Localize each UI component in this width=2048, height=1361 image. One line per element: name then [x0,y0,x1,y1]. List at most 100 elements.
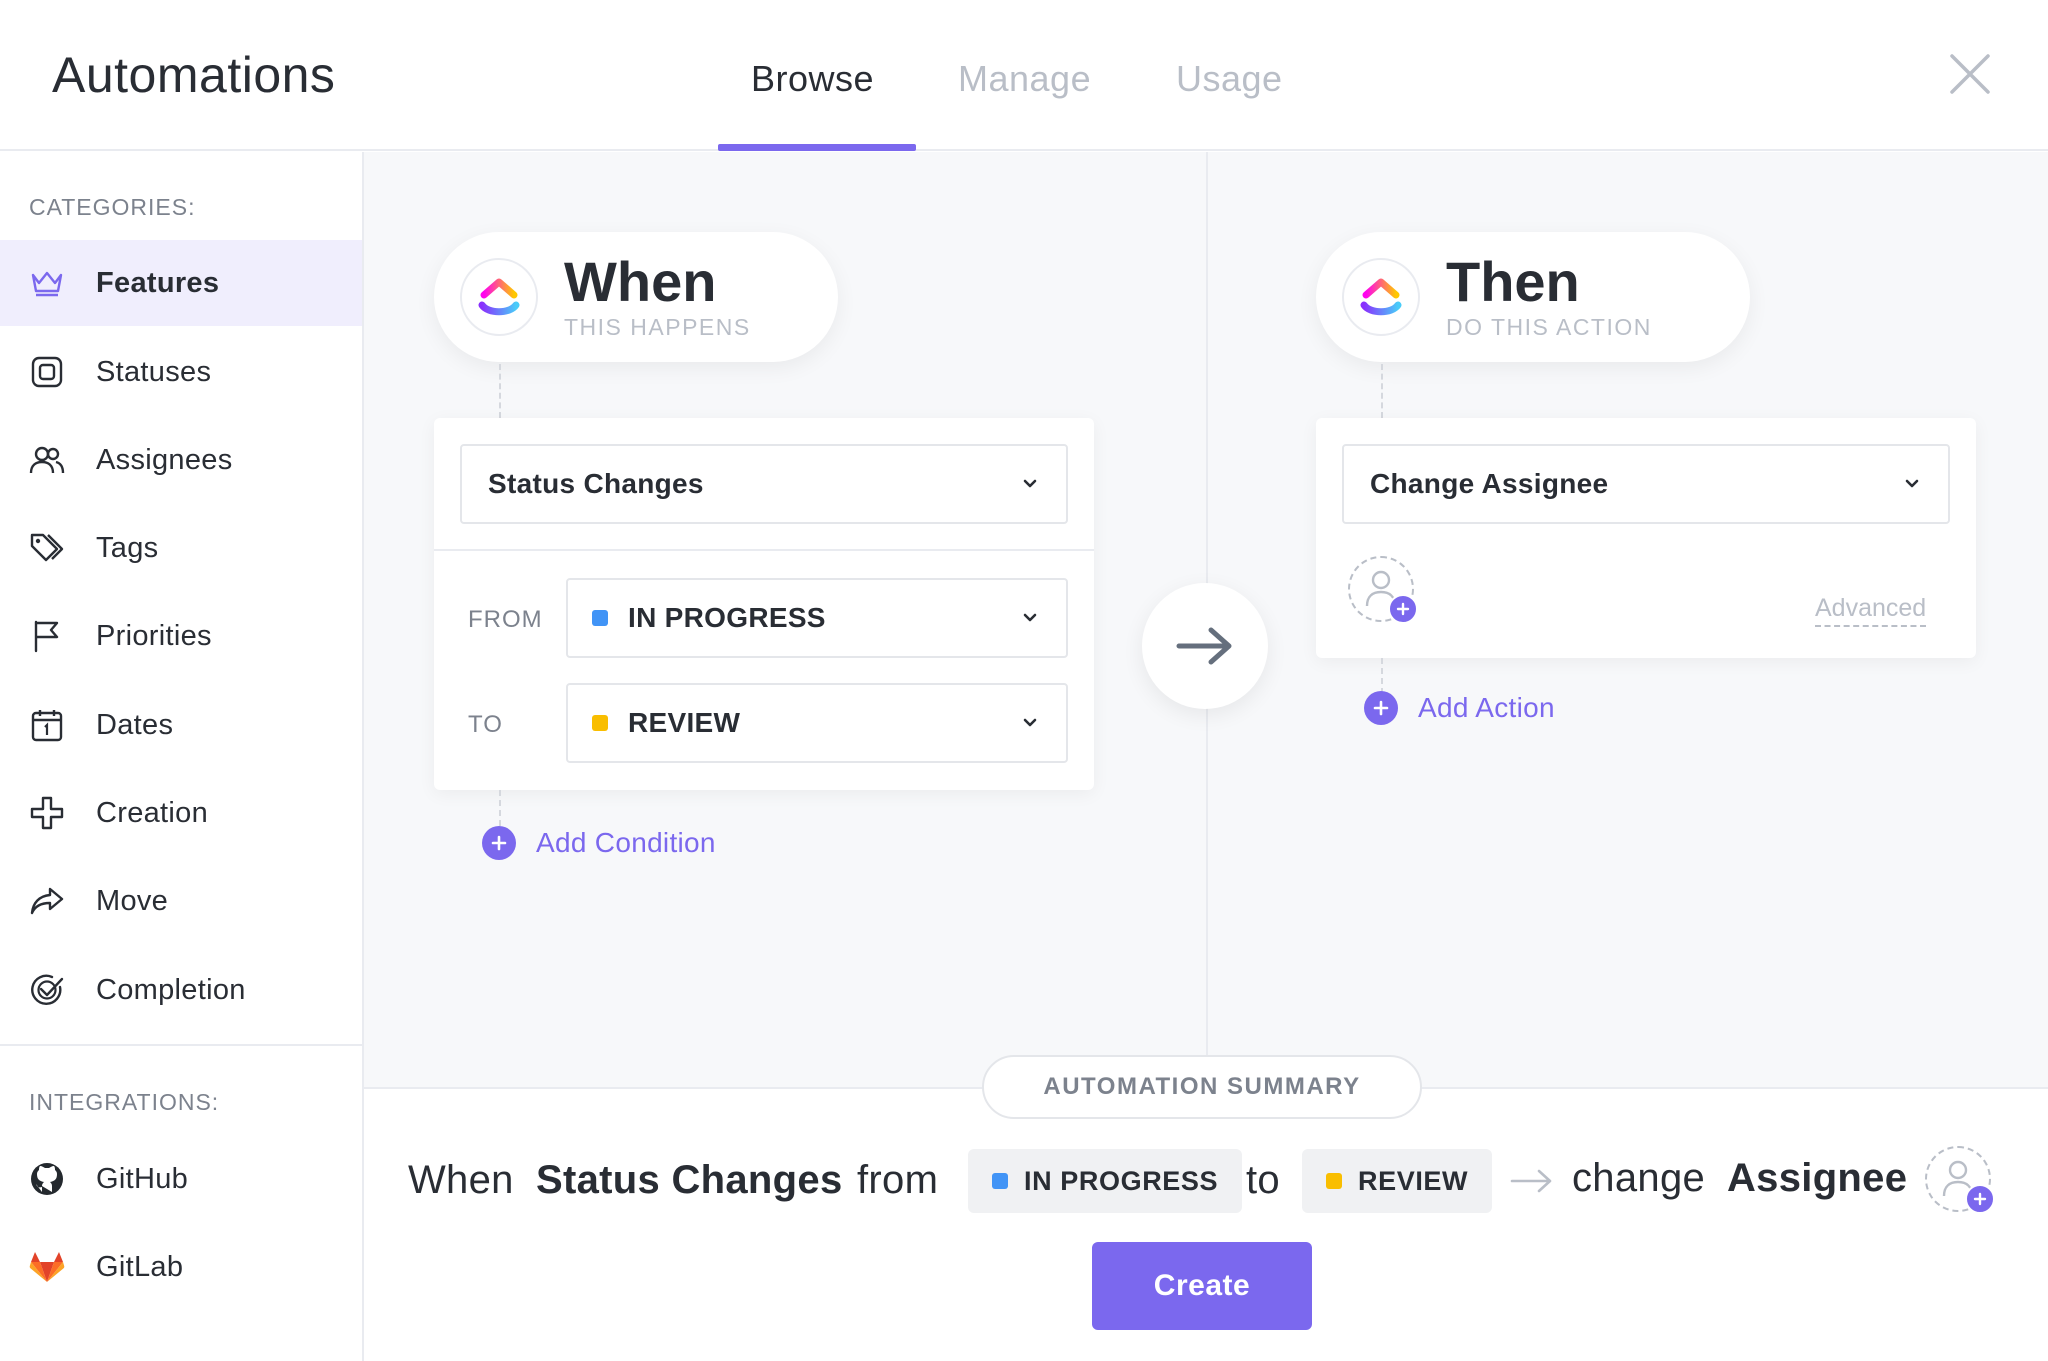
modal-header: Automations Browse Manage Usage [0,0,2048,151]
action-select-value: Change Assignee [1370,468,1609,499]
summary-to-status-label: REVIEW [1358,1165,1469,1196]
sidebar-item-creation[interactable]: Creation [0,770,362,856]
arrow-right-icon [1510,1169,1552,1193]
add-action-label: Add Action [1418,692,1555,723]
create-button[interactable]: Create [1092,1242,1312,1330]
check-circle-icon [28,971,66,1009]
summary-assignee-avatar [1925,1146,1995,1214]
sidebar-item-label: Move [96,884,169,917]
chevron-down-icon [1023,718,1037,727]
connector-line [1381,658,1383,694]
clickup-logo-icon [1342,258,1420,336]
sidebar-item-tags[interactable]: Tags [0,505,362,591]
sidebar-item-dates[interactable]: Dates [0,682,362,768]
in-progress-status-dot [992,1173,1008,1189]
summary-change: change [1572,1156,1706,1200]
trigger-select[interactable]: Status Changes [460,444,1068,524]
sidebar-item-label: Dates [96,708,174,741]
active-tab-indicator [718,144,916,151]
tab-manage[interactable]: Manage [958,58,1091,100]
plus-icon [1388,594,1418,624]
add-condition-label: Add Condition [536,827,716,858]
review-status-dot [1326,1173,1342,1189]
summary-to: to [1246,1158,1280,1202]
advanced-link[interactable]: Advanced [1815,594,1927,627]
connector-line [499,364,501,418]
sidebar-item-label: Priorities [96,619,212,652]
github-icon [28,1160,66,1198]
users-icon [28,441,66,479]
when-title: When [564,249,717,313]
action-select[interactable]: Change Assignee [1342,444,1950,524]
sidebar-item-features[interactable]: Features [0,240,362,326]
assignee-picker[interactable] [1348,556,1418,624]
share-arrow-icon [28,882,66,920]
calendar-icon [28,706,66,744]
sidebar-divider [0,1044,362,1046]
add-condition-button[interactable]: Add Condition [482,826,716,860]
card-divider [434,549,1094,551]
plus-icon [1965,1184,1995,1214]
in-progress-status-dot [592,610,608,626]
then-subtitle: DO THIS ACTION [1446,313,1652,340]
sidebar-item-label: GitLab [96,1250,184,1283]
crown-icon [28,264,66,302]
summary-target: Assignee [1727,1156,1908,1200]
add-action-button[interactable]: Add Action [1364,691,1555,725]
sidebar-item-completion[interactable]: Completion [0,947,362,1033]
review-status-dot [592,715,608,731]
when-subtitle: THIS HAPPENS [564,313,751,340]
categories-label: CATEGORIES: [29,194,196,220]
status-square-icon [28,353,66,391]
then-header: Then DO THIS ACTION [1316,232,1750,362]
trigger-select-value: Status Changes [488,468,704,499]
when-header: When THIS HAPPENS [434,232,838,362]
summary-trigger: Status Changes [536,1158,843,1202]
sidebar-item-label: GitHub [96,1162,189,1195]
then-title: Then [1446,249,1580,313]
sidebar-item-label: Assignees [96,443,233,476]
integrations-label: INTEGRATIONS: [29,1089,220,1115]
clickup-logo-icon [460,258,538,336]
sidebar-item-gitlab[interactable]: GitLab [0,1224,362,1310]
sidebar-item-assignees[interactable]: Assignees [0,417,362,503]
to-label: TO [468,711,503,738]
sidebar-item-label: Features [96,266,220,299]
tab-usage[interactable]: Usage [1176,58,1283,100]
chevron-down-icon [1905,479,1919,488]
tags-icon [28,529,66,567]
tab-browse[interactable]: Browse [751,58,874,100]
chevron-down-icon [1023,479,1037,488]
summary-chip: AUTOMATION SUMMARY [982,1055,1422,1119]
connector-line [1381,364,1383,418]
gitlab-icon [28,1248,66,1286]
to-status-value: REVIEW [628,707,741,738]
arrow-right-icon [1142,583,1268,709]
from-status-select[interactable]: IN PROGRESS [566,578,1068,658]
plus-icon [1364,691,1398,725]
sidebar-item-label: Tags [96,531,159,564]
close-icon[interactable] [1948,52,1992,96]
connector-line [499,790,501,826]
from-label: FROM [468,606,543,633]
sidebar-item-statuses[interactable]: Statuses [0,329,362,415]
plus-outline-icon [28,794,66,832]
summary-when: When [408,1158,514,1202]
page-title: Automations [52,47,336,103]
summary-from-status: IN PROGRESS [968,1149,1243,1213]
trigger-card: Status Changes FROM IN PROGRESS TO REVIE… [434,418,1094,790]
sidebar: CATEGORIES: Features Statuses Assignees … [0,152,364,1361]
chevron-down-icon [1023,613,1037,622]
sidebar-item-move[interactable]: Move [0,858,362,944]
plus-icon [482,826,516,860]
to-status-select[interactable]: REVIEW [566,683,1068,763]
summary-from: from [857,1158,939,1202]
from-status-value: IN PROGRESS [628,602,826,633]
sidebar-item-label: Completion [96,973,246,1006]
sidebar-item-priorities[interactable]: Priorities [0,593,362,679]
summary-from-status-label: IN PROGRESS [1024,1165,1219,1196]
sidebar-item-label: Creation [96,796,209,829]
sidebar-item-github[interactable]: GitHub [0,1136,362,1222]
sidebar-item-label: Statuses [96,355,212,388]
summary-to-status: REVIEW [1302,1149,1493,1213]
